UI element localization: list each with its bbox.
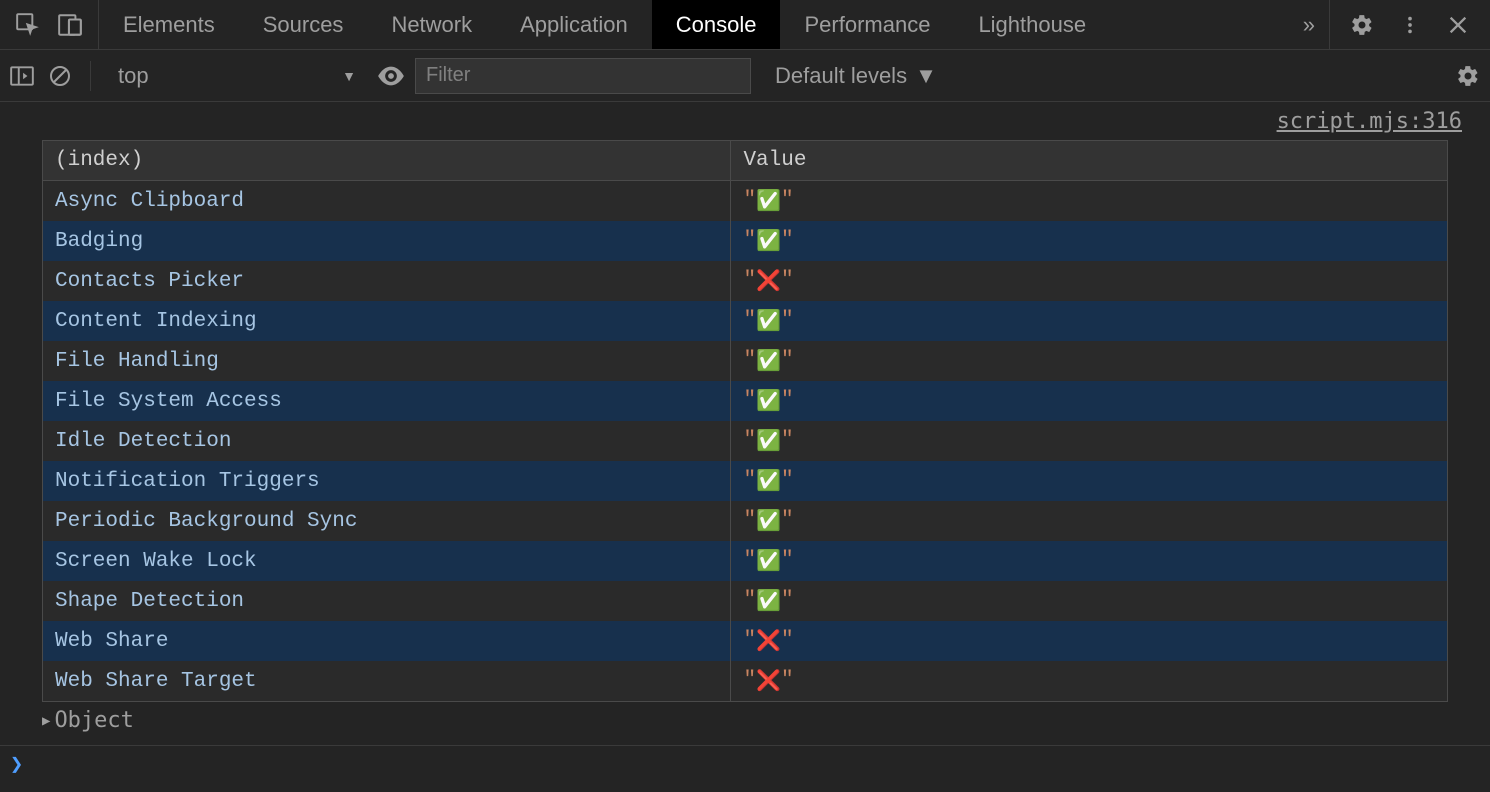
tab-application[interactable]: Application [496, 0, 652, 49]
tab-console[interactable]: Console [652, 0, 781, 49]
context-selector[interactable]: top ▼ [107, 58, 367, 94]
row-key: Periodic Background Sync [43, 501, 731, 541]
table-row[interactable]: Notification Triggers"✅" [43, 461, 1448, 501]
log-levels-selector[interactable]: Default levels ▼ [761, 63, 951, 89]
console-prompt[interactable]: ❯ [0, 745, 1490, 783]
row-key: Contacts Picker [43, 261, 731, 301]
row-value: "✅" [731, 501, 1448, 541]
row-key: Content Indexing [43, 301, 731, 341]
console-output: script.mjs:316 (index) Value Async Clipb… [0, 102, 1490, 733]
row-value: "❌" [731, 261, 1448, 301]
tabbar-right-icons [1329, 0, 1490, 49]
row-value: "❌" [731, 661, 1448, 702]
table-row[interactable]: Idle Detection"✅" [43, 421, 1448, 461]
tab-lighthouse[interactable]: Lighthouse [954, 0, 1110, 49]
more-tabs-button[interactable]: » [1289, 0, 1329, 49]
prompt-chevron-icon: ❯ [10, 752, 23, 777]
row-value: "✅" [731, 221, 1448, 261]
tab-performance[interactable]: Performance [780, 0, 954, 49]
row-key: Web Share Target [43, 661, 731, 702]
message-source: script.mjs:316 [0, 102, 1490, 140]
tab-sources[interactable]: Sources [239, 0, 368, 49]
console-table: (index) Value Async Clipboard"✅"Badging"… [42, 140, 1448, 702]
table-row[interactable]: Web Share Target"❌" [43, 661, 1448, 702]
row-value: "✅" [731, 181, 1448, 222]
clear-console-icon[interactable] [46, 62, 74, 90]
row-value: "✅" [731, 541, 1448, 581]
table-row[interactable]: Shape Detection"✅" [43, 581, 1448, 621]
table-row[interactable]: Web Share"❌" [43, 621, 1448, 661]
toggle-sidebar-icon[interactable] [8, 62, 36, 90]
row-value: "✅" [731, 421, 1448, 461]
table-row[interactable]: File System Access"✅" [43, 381, 1448, 421]
row-value: "✅" [731, 381, 1448, 421]
row-key: File System Access [43, 381, 731, 421]
table-row[interactable]: Screen Wake Lock"✅" [43, 541, 1448, 581]
row-value: "✅" [731, 581, 1448, 621]
table-row[interactable]: Badging"✅" [43, 221, 1448, 261]
table-row[interactable]: Async Clipboard"✅" [43, 181, 1448, 222]
row-key: Badging [43, 221, 731, 261]
inspect-element-icon[interactable] [14, 11, 42, 39]
tab-elements[interactable]: Elements [99, 0, 239, 49]
device-toolbar-icon[interactable] [56, 11, 84, 39]
table-row[interactable]: Content Indexing"✅" [43, 301, 1448, 341]
table-header-index[interactable]: (index) [43, 141, 731, 181]
tab-network[interactable]: Network [367, 0, 496, 49]
devtools-tabbar: ElementsSourcesNetworkApplicationConsole… [0, 0, 1490, 50]
row-key: File Handling [43, 341, 731, 381]
row-key: Async Clipboard [43, 181, 731, 222]
row-key: Web Share [43, 621, 731, 661]
context-label: top [118, 63, 149, 89]
console-toolbar: top ▼ Default levels ▼ [0, 50, 1490, 102]
row-key: Screen Wake Lock [43, 541, 731, 581]
triangle-right-icon: ▶ [42, 713, 50, 729]
table-row[interactable]: File Handling"✅" [43, 341, 1448, 381]
filter-input[interactable] [415, 58, 751, 94]
chevron-down-icon: ▼ [915, 63, 937, 89]
row-value: "❌" [731, 621, 1448, 661]
tabbar-left-icons [0, 0, 99, 49]
chevron-down-icon: ▼ [342, 68, 356, 84]
row-value: "✅" [731, 341, 1448, 381]
console-settings-gear-icon[interactable] [1454, 62, 1482, 90]
row-key: Shape Detection [43, 581, 731, 621]
kebab-menu-icon[interactable] [1396, 11, 1424, 39]
chevron-right-double-icon: » [1303, 12, 1315, 38]
table-row[interactable]: Periodic Background Sync"✅" [43, 501, 1448, 541]
object-label: Object [54, 708, 133, 733]
table-row[interactable]: Contacts Picker"❌" [43, 261, 1448, 301]
tabs-container: ElementsSourcesNetworkApplicationConsole… [99, 0, 1289, 49]
close-icon[interactable] [1444, 11, 1472, 39]
object-expand[interactable]: ▶ Object [42, 708, 1490, 733]
row-key: Notification Triggers [43, 461, 731, 501]
source-link[interactable]: script.mjs:316 [1277, 109, 1462, 134]
table-header-value[interactable]: Value [731, 141, 1448, 181]
row-key: Idle Detection [43, 421, 731, 461]
separator [90, 61, 91, 91]
live-expression-icon[interactable] [377, 62, 405, 90]
row-value: "✅" [731, 461, 1448, 501]
gear-icon[interactable] [1348, 11, 1376, 39]
levels-label: Default levels [775, 63, 907, 89]
row-value: "✅" [731, 301, 1448, 341]
